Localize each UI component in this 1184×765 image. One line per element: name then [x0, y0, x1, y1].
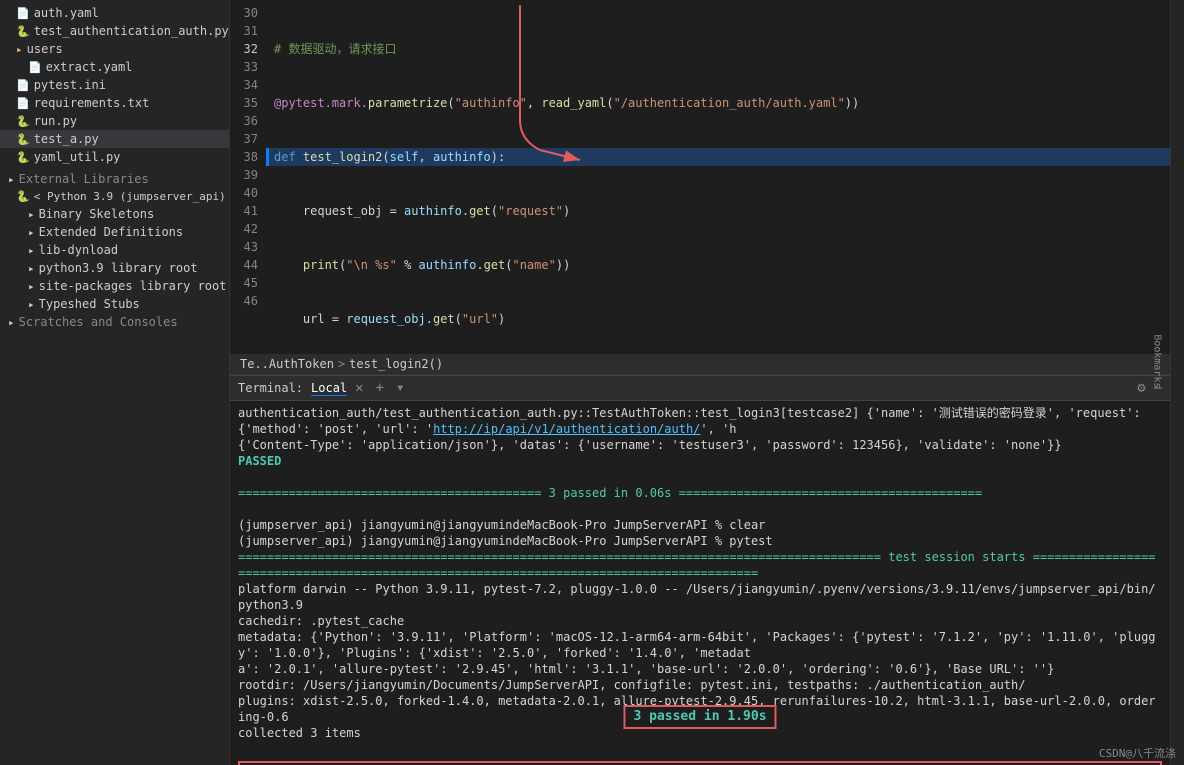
terminal-rootdir: rootdir: /Users/jiangyumin/Documents/Jum… — [238, 677, 1162, 693]
sidebar-item-test-auth-py[interactable]: 🐍 test_authentication_auth.py — [0, 22, 229, 40]
sidebar-item-run-py[interactable]: 🐍 run.py — [0, 112, 229, 130]
terminal-body[interactable]: authentication_auth/test_authentication_… — [230, 401, 1170, 765]
split-terminal-button[interactable]: + — [376, 380, 384, 396]
terminal-tabs: Terminal: Local ✕ + ▾ — [238, 380, 404, 396]
code-lines: # 数据驱动，请求接口 @pytest.mark.parametrize("au… — [266, 0, 1170, 375]
breadcrumb: Te..AuthToken > test_login2() — [230, 354, 1170, 375]
terminal-highlight-box: authentication_auth/test_authentication_… — [238, 761, 1162, 765]
terminal-settings-icon[interactable]: ⚙ — [1137, 380, 1145, 396]
terminal-session-start: ========================================… — [238, 549, 1162, 581]
watermark: CSDN@八千流涤 — [1099, 745, 1176, 761]
ini-file-icon: 📄 — [16, 79, 30, 92]
lib-dynload-icon: ▸ — [28, 244, 35, 257]
terminal-container: Terminal: Local ✕ + ▾ ⚙ — authentication… — [230, 375, 1170, 765]
sidebar-item-extract-yaml[interactable]: 📄 extract.yaml — [0, 58, 229, 76]
scratches-icon: ▸ — [8, 316, 15, 329]
sidebar-item-test-a-py[interactable]: 🐍 test_a.py — [0, 130, 229, 148]
sidebar-item-scratches[interactable]: ▸ Scratches and Consoles — [0, 313, 229, 331]
terminal-passed-1: PASSED — [238, 453, 1162, 469]
sidebar-right: Bookmarks — [1170, 0, 1184, 765]
terminal-cmd-pytest: (jumpserver_api) jiangyumin@jiangyuminde… — [238, 533, 1162, 549]
yaml-file-icon: 📄 — [16, 7, 30, 20]
typeshed-icon: ▸ — [28, 298, 35, 311]
terminal-header: Terminal: Local ✕ + ▾ ⚙ — — [230, 376, 1170, 401]
passed-badge: 3 passed in 1.90s — [623, 705, 776, 729]
sidebar-item-external-libs[interactable]: ▸ External Libraries — [0, 170, 229, 188]
sidebar-item-lib-dynload[interactable]: ▸ lib-dynload — [0, 241, 229, 259]
sidebar-item-python39[interactable]: 🐍 < Python 3.9 (jumpserver_api) > /u... — [0, 188, 229, 205]
test-a-icon: 🐍 — [16, 133, 30, 146]
python39-lib-icon: ▸ — [28, 262, 35, 275]
extended-defs-icon: ▸ — [28, 226, 35, 239]
site-packages-icon: ▸ — [28, 280, 35, 293]
terminal-metadata-2: a': '2.0.1', 'allure-pytest': '2.9.45', … — [238, 661, 1162, 677]
sidebar-item-site-packages[interactable]: ▸ site-packages library root — [0, 277, 229, 295]
yaml-file-icon-2: 📄 — [28, 61, 42, 74]
line-numbers: 30 31 32 33 34 35 36 37 38 39 40 41 42 4… — [230, 0, 266, 375]
terminal-metadata-1: metadata: {'Python': '3.9.11', 'Platform… — [238, 629, 1162, 661]
sidebar-item-auth-yaml[interactable]: 📄 auth.yaml — [0, 4, 229, 22]
terminal-separator-1: ========================================… — [238, 485, 1162, 501]
terminal-cachedir: cachedir: .pytest_cache — [238, 613, 1162, 629]
add-terminal-button[interactable]: ✕ — [355, 380, 363, 396]
binary-skeletons-icon: ▸ — [28, 208, 35, 221]
terminal-cmd-clear: (jumpserver_api) jiangyumin@jiangyuminde… — [238, 517, 1162, 533]
sidebar-item-python39-lib[interactable]: ▸ python3.9 library root — [0, 259, 229, 277]
terminal-platform: platform darwin -- Python 3.9.11, pytest… — [238, 581, 1162, 613]
folder-icon: ▸ — [16, 43, 23, 56]
sidebar-item-pytest-ini[interactable]: 📄 pytest.ini — [0, 76, 229, 94]
sidebar-item-typeshed[interactable]: ▸ Typeshed Stubs — [0, 295, 229, 313]
python-lib-icon: 🐍 — [16, 190, 30, 203]
sidebar-item-requirements[interactable]: 📄 requirements.txt — [0, 94, 229, 112]
sidebar-item-binary-skeletons[interactable]: ▸ Binary Skeletons — [0, 205, 229, 223]
txt-file-icon: 📄 — [16, 97, 30, 110]
terminal-line: authentication_auth/test_authentication_… — [238, 405, 1162, 437]
code-editor: 30 31 32 33 34 35 36 37 38 39 40 41 42 4… — [230, 0, 1170, 375]
sidebar-item-extended-defs[interactable]: ▸ Extended Definitions — [0, 223, 229, 241]
file-tree: 📄 auth.yaml 🐍 test_authentication_auth.p… — [0, 0, 230, 765]
sidebar-item-users[interactable]: ▸ users — [0, 40, 229, 58]
terminal-tab-local[interactable]: Local — [311, 381, 347, 396]
run-py-icon: 🐍 — [16, 115, 30, 128]
bookmarks-label: Bookmarks — [1151, 334, 1162, 388]
external-libs-icon: ▸ — [8, 173, 15, 186]
terminal-line: {'Content-Type': 'application/json'}, 'd… — [238, 437, 1162, 453]
editor-area: 30 31 32 33 34 35 36 37 38 39 40 41 42 4… — [230, 0, 1170, 765]
terminal-dropdown-button[interactable]: ▾ — [396, 380, 404, 396]
py-file-icon: 🐍 — [16, 25, 30, 38]
yaml-util-icon: 🐍 — [16, 151, 30, 164]
sidebar-item-yaml-util[interactable]: 🐍 yaml_util.py — [0, 148, 229, 166]
